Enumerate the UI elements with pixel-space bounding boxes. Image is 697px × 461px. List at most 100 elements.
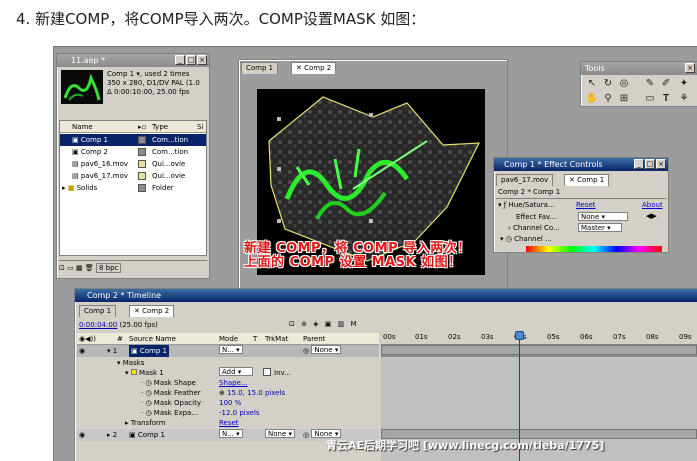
label-color	[138, 148, 146, 156]
project-list-header: Name ▸▫ Type Si	[60, 121, 206, 133]
bpc-button[interactable]: 8 bpc	[95, 263, 122, 273]
col-size[interactable]: Si	[197, 121, 203, 133]
about-link[interactable]: About	[642, 201, 663, 209]
text-tool-icon[interactable]: T	[659, 92, 673, 106]
layer1-bar[interactable]	[381, 345, 697, 355]
tick-label: 08s	[646, 333, 659, 341]
layer1-parent-dropdown[interactable]: None ▾	[311, 345, 342, 354]
tools-title: Tools	[585, 64, 605, 73]
interpret-icon[interactable]: ⊡	[59, 264, 65, 272]
project-item-comp2[interactable]: ▣ Comp 2 Com...tion	[60, 146, 206, 158]
new-comp-icon[interactable]: ▦	[76, 264, 83, 272]
reset-link[interactable]: Reset	[576, 201, 596, 209]
effect-controls-titlebar: Comp 1 * Effect Controls _ □ ×	[494, 158, 668, 171]
mask-mode-dropdown[interactable]: Add ▾	[219, 367, 253, 376]
tab-comp2[interactable]: ✕ Comp 2	[291, 62, 337, 74]
timeline-title: Comp 2 * Timeline	[87, 291, 162, 300]
channel-control-dropdown[interactable]: Master ▾	[578, 223, 622, 232]
current-time-marker[interactable]	[515, 331, 524, 340]
project-item-pav6-17[interactable]: ▤ pav6_17.mov Qui...ovie	[60, 170, 206, 182]
label-color	[138, 160, 146, 168]
project-item-solids[interactable]: ▸ ■ Solids Folder	[60, 182, 206, 194]
label-color	[138, 172, 146, 180]
rectangle-mask-tool-icon[interactable]: ▭	[643, 92, 657, 106]
tick-label: 07s	[613, 333, 626, 341]
tab-ec-file[interactable]: pav6_17.mov	[496, 174, 554, 186]
col-type[interactable]: Type	[152, 121, 168, 133]
col-name[interactable]: Name	[72, 121, 93, 133]
channel-range-label: Channel ...	[514, 235, 552, 243]
project-bottom-bar: ⊡ ▭ ▦ 🗑 8 bpc	[59, 260, 207, 274]
tick-label: 09s	[679, 333, 692, 341]
project-titlebar: 11.aep * _ □ ×	[57, 54, 209, 67]
time-ruler[interactable]: 00s 01s 02s 03s 04s 05s 06s 07s 08s 09s	[381, 333, 697, 345]
layer2-trkmat-dropdown[interactable]: None ▾	[265, 429, 296, 438]
tick-label: 01s	[415, 333, 428, 341]
hue-gradient	[526, 246, 662, 252]
page-caption: 4. 新建COMP，将COMP导入两次。COMP设置MASK 如图：	[16, 10, 426, 28]
layer1-mode-dropdown[interactable]: N... ▾	[219, 345, 243, 354]
ec-maximize-button[interactable]: □	[645, 159, 655, 169]
label-color	[138, 136, 146, 144]
project-title: 11.aep *	[71, 56, 106, 65]
puppet-tool-icon[interactable]: ✦	[677, 77, 691, 91]
channel-control-label: Channel Co...	[513, 224, 560, 232]
invert-checkbox[interactable]	[263, 368, 271, 376]
transform-row[interactable]: ▸ Transform Reset	[77, 417, 379, 429]
ec-arrows[interactable]: ◀▶	[646, 212, 657, 220]
tick-label: 06s	[580, 333, 593, 341]
tools-panel: Tools × ↖ ↻ ◎ ✎ ✐ ✦ ✋ ⚲ ⊞ ▭ T ⚘	[580, 61, 697, 107]
project-used: used 2 times	[144, 70, 190, 78]
pen-tool-icon[interactable]: ✎	[643, 77, 657, 91]
hand-tool-icon[interactable]: ✋	[585, 92, 599, 106]
timeline-header-row: ◉◀)) # Source Name Mode T TrkMat Parent	[77, 333, 379, 345]
timeline-switch-icons[interactable]: ⊡ ⊚ ◈ ▣ ▥ Ⅿ	[289, 320, 359, 328]
av-switch-icons: ◉◀))	[79, 335, 96, 343]
after-effects-screen: 11.aep * _ □ × Comp 1 ▾, used 2 times 350 …	[53, 46, 697, 461]
tools-close-button[interactable]: ×	[685, 63, 695, 73]
project-item-comp1[interactable]: ▣ Comp 1 Com...tion	[60, 134, 206, 146]
ec-minimize-button[interactable]: _	[634, 159, 644, 169]
clone-tool-icon[interactable]: ⚘	[677, 92, 691, 106]
effect-fav-dropdown[interactable]: None ▾	[578, 212, 628, 221]
ec-close-button[interactable]: ×	[656, 159, 666, 169]
maximize-button[interactable]: □	[186, 55, 196, 65]
ec-path: Comp 2 * Comp 1	[498, 188, 561, 196]
label-color	[138, 184, 146, 192]
timeline-tab-comp1[interactable]: Comp 1	[79, 305, 117, 317]
project-thumbnail	[61, 70, 103, 104]
camera-tool-icon[interactable]: ◎	[617, 77, 631, 91]
effect-name[interactable]: Hue/Satura...	[508, 201, 554, 209]
zoom-tool-icon[interactable]: ⚲	[601, 92, 615, 106]
eye-icon[interactable]: ◉	[79, 429, 85, 441]
project-item-pav6-16[interactable]: ▤ pav6_16.mov Qui...ovie	[60, 158, 206, 170]
current-timecode[interactable]: 0:00:04:00	[79, 321, 117, 329]
project-duration: Δ 0:00:10:00, 25.00 fps	[107, 88, 190, 96]
col-t: T	[253, 335, 258, 343]
effect-controls-window: Comp 1 * Effect Controls _ □ × pav6_17.mov…	[493, 157, 669, 253]
pan-tool-icon[interactable]: ⊞	[617, 92, 631, 106]
brush-tool-icon[interactable]: ✐	[659, 77, 673, 91]
close-button[interactable]: ×	[197, 55, 207, 65]
tab-comp1[interactable]: Comp 1	[241, 62, 279, 74]
col-mode: Mode	[219, 335, 239, 343]
col-parent: Parent	[303, 335, 326, 343]
folder-icon[interactable]: ▭	[67, 264, 74, 272]
selection-tool-icon[interactable]: ↖	[585, 77, 599, 91]
fx-icon[interactable]: ƒ	[504, 201, 506, 209]
layer-row-1[interactable]: ◉ ▾ 1 ▣ Comp 1 N... ▾ ◎ None ▾	[77, 345, 379, 357]
effect-controls-title: Comp 1 * Effect Controls	[504, 160, 603, 169]
overlay-text-2: 上面的 COMP 设置 MASK 如图！	[244, 255, 462, 270]
col-source-name: Source Name	[129, 335, 176, 343]
rotate-tool-icon[interactable]: ↻	[601, 77, 615, 91]
project-size: 350 x 280, D1/DV PAL (1.0	[107, 79, 200, 87]
project-list: Name ▸▫ Type Si ▣ Comp 1 Com...tion ▣ Co…	[59, 120, 207, 256]
minimize-button[interactable]: _	[175, 55, 185, 65]
eye-icon[interactable]: ◉	[79, 345, 85, 357]
tab-ec-comp[interactable]: ✕ Comp 1	[564, 174, 610, 186]
trash-icon[interactable]: 🗑	[85, 264, 94, 272]
timeline-tab-comp2[interactable]: ✕ Comp 2	[129, 305, 175, 317]
tick-label: 00s	[383, 333, 396, 341]
effect-fav-label: Effect Fav...	[516, 213, 557, 221]
layer2-mode-dropdown[interactable]: N... ▾	[219, 429, 243, 438]
